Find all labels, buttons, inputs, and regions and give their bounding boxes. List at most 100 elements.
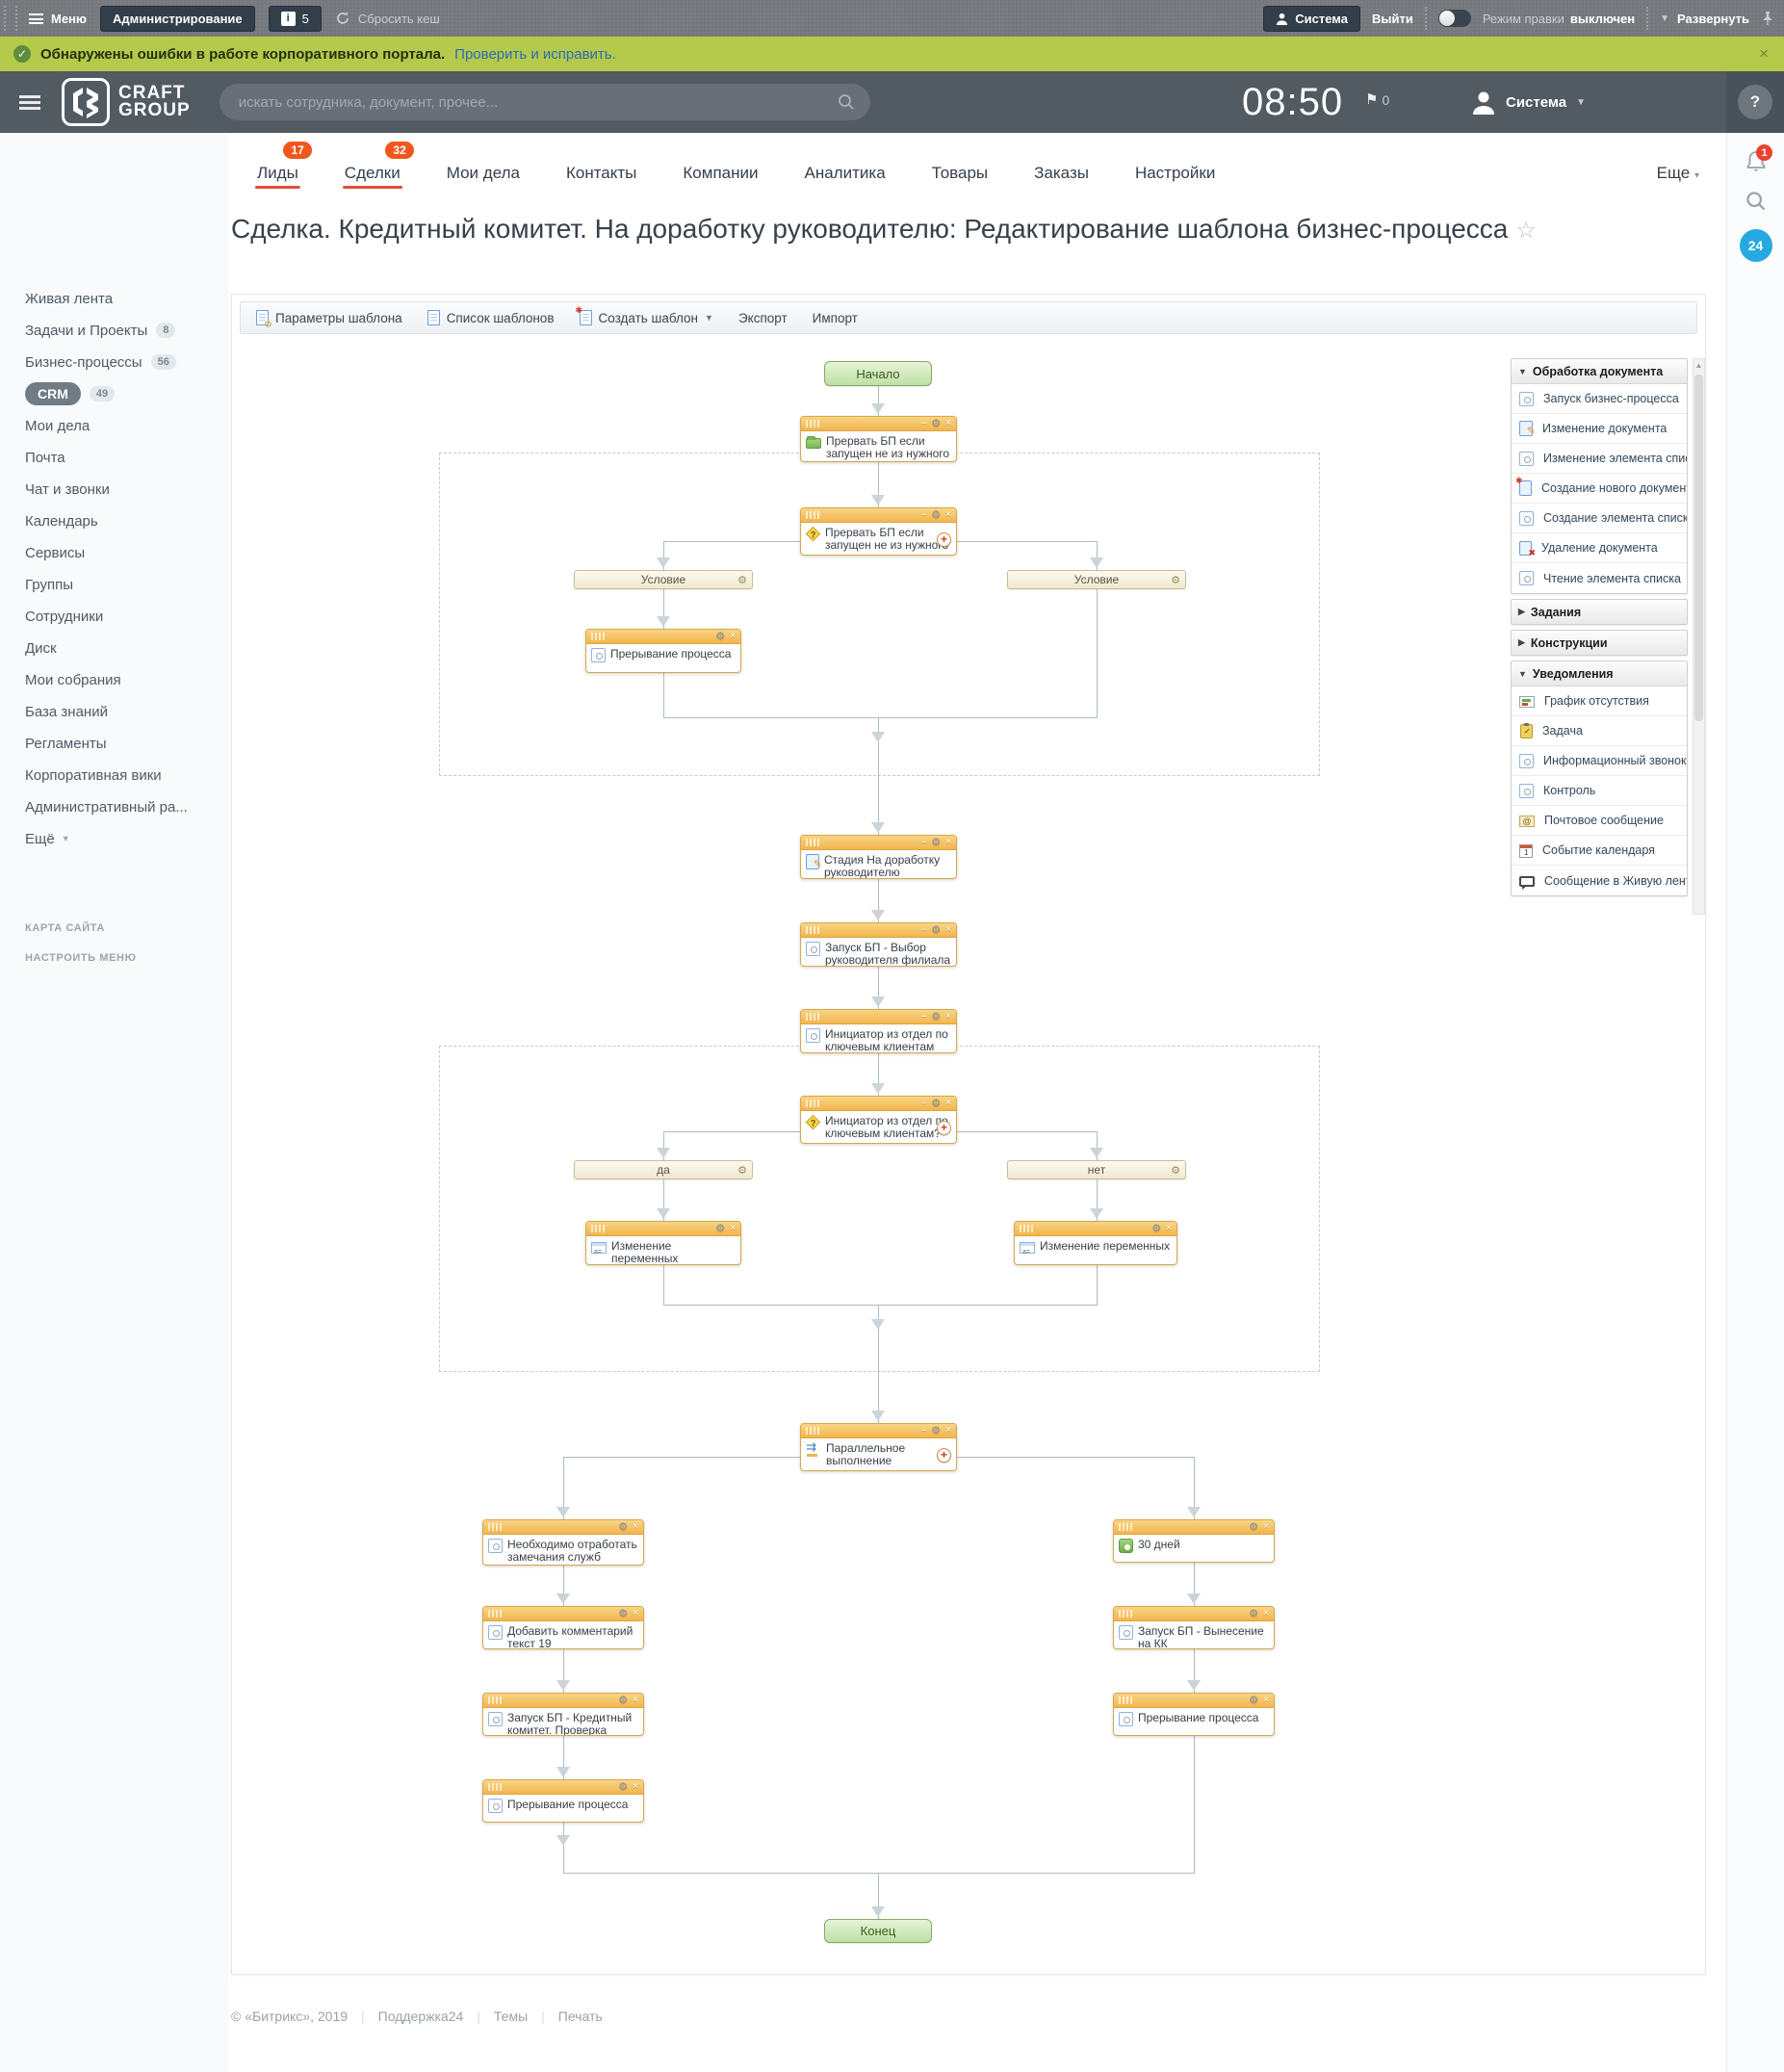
gear-icon[interactable]: ⚙: [931, 1426, 941, 1436]
flow-terminal-Начало[interactable]: Начало: [824, 361, 932, 386]
close-icon[interactable]: ×: [945, 925, 951, 935]
search-icon[interactable]: [838, 93, 855, 111]
panel-section-header[interactable]: ▶Конструкции: [1512, 631, 1687, 655]
sidebar-hamburger-icon[interactable]: [19, 95, 40, 110]
sidebar-item-Чат и звонки[interactable]: Чат и звонки: [25, 478, 110, 501]
panel-item-Создание нового документа[interactable]: Создание нового документа: [1512, 474, 1687, 504]
flow-condition[interactable]: да⚙: [574, 1160, 753, 1179]
flow-activity-node[interactable]: ⚙×Прерывание процесса: [585, 629, 741, 673]
add-action-button[interactable]: +: [937, 1121, 951, 1135]
system-user-button[interactable]: Система: [1263, 6, 1360, 32]
minimize-icon[interactable]: –: [921, 419, 927, 428]
toolbar-button-Экспорт[interactable]: Экспорт: [738, 311, 788, 325]
flow-activity-node[interactable]: ⚙×30 дней: [1113, 1519, 1275, 1563]
gear-icon[interactable]: ⚙: [1151, 1224, 1161, 1233]
drag-grip-icon[interactable]: [488, 1783, 504, 1791]
sidebar-item-Диск[interactable]: Диск: [25, 636, 57, 660]
panel-item-Изменение элемента списка[interactable]: Изменение элемента списка: [1512, 444, 1687, 474]
flow-activity-node[interactable]: ⚙×Прерывание процесса: [1113, 1693, 1275, 1736]
tabs-more-button[interactable]: Еще ▾: [1657, 164, 1699, 183]
close-icon[interactable]: ×: [633, 1696, 638, 1705]
favorite-star-icon[interactable]: ☆: [1515, 218, 1537, 244]
gear-icon[interactable]: ⚙: [737, 574, 747, 586]
sidebar-item-Регламенты[interactable]: Регламенты: [25, 732, 107, 755]
footer-link-Темы[interactable]: Темы: [494, 2008, 528, 2024]
scrollbar-thumb[interactable]: [1694, 375, 1703, 721]
drag-grip-icon[interactable]: [591, 1225, 607, 1232]
drag-grip-icon[interactable]: [1119, 1523, 1134, 1531]
info-counter-button[interactable]: i 5: [269, 6, 322, 32]
gear-icon[interactable]: ⚙: [1171, 574, 1180, 586]
minimize-icon[interactable]: –: [921, 510, 927, 520]
gear-icon[interactable]: ⚙: [931, 838, 941, 847]
edit-mode-toggle[interactable]: [1438, 10, 1471, 27]
drag-grip-icon[interactable]: [1119, 1696, 1134, 1704]
close-icon[interactable]: ×: [945, 1012, 951, 1022]
flow-activity-node[interactable]: –⚙×Прервать БП если запущен не из нужног…: [800, 507, 957, 556]
tab-Мои дела[interactable]: Мои дела: [445, 164, 522, 196]
close-icon[interactable]: ×: [945, 838, 951, 847]
close-icon[interactable]: ×: [633, 1782, 638, 1792]
close-icon[interactable]: ×: [945, 1426, 951, 1436]
panel-section-header[interactable]: ▼Уведомления: [1512, 661, 1687, 686]
flow-condition[interactable]: Условие⚙: [1007, 570, 1186, 589]
sidebar-item-Ещё[interactable]: Ещё▾: [25, 827, 68, 850]
add-action-button[interactable]: +: [937, 532, 951, 547]
minimize-icon[interactable]: –: [921, 1099, 927, 1108]
tab-Сделки[interactable]: Сделки32: [343, 164, 402, 196]
panel-item-Почтовое сообщение[interactable]: Почтовое сообщение: [1512, 806, 1687, 836]
bitrix24-button[interactable]: 24: [1727, 229, 1784, 262]
footer-link-Печать[interactable]: Печать: [558, 2008, 603, 2024]
panel-item-Изменение документа[interactable]: Изменение документа: [1512, 414, 1687, 444]
flow-activity-node[interactable]: ⚙×Изменение переменных: [585, 1221, 741, 1265]
gear-icon[interactable]: ⚙: [931, 925, 941, 935]
gear-icon[interactable]: ⚙: [931, 419, 941, 428]
close-icon[interactable]: ×: [945, 419, 951, 428]
flow-terminal-Конец[interactable]: Конец: [824, 1919, 932, 1943]
clear-cache-button[interactable]: Сбросить кеш: [335, 11, 440, 26]
search-input[interactable]: [220, 84, 870, 120]
sidebar-item-CRM[interactable]: CRM49: [25, 382, 115, 405]
close-icon[interactable]: ×: [945, 1099, 951, 1108]
panel-item-Контроль[interactable]: Контроль: [1512, 776, 1687, 806]
flow-activity-node[interactable]: –⚙×Инициатор из отдел по ключевым клиент…: [800, 1096, 957, 1144]
drag-grip-icon[interactable]: [488, 1696, 504, 1704]
tab-Товары[interactable]: Товары: [930, 164, 990, 196]
sidebar-item-Сотрудники[interactable]: Сотрудники: [25, 605, 103, 628]
gear-icon[interactable]: ⚙: [715, 632, 725, 641]
tab-Настройки[interactable]: Настройки: [1133, 164, 1217, 196]
panel-item-Событие календаря[interactable]: Событие календаря: [1512, 836, 1687, 866]
close-icon[interactable]: ×: [633, 1522, 638, 1532]
topbar-menu-button[interactable]: Меню: [29, 12, 87, 26]
toolbar-button-Импорт[interactable]: Импорт: [813, 311, 858, 325]
drag-handle-icon[interactable]: [4, 6, 17, 31]
tab-Заказы[interactable]: Заказы: [1032, 164, 1091, 196]
drag-grip-icon[interactable]: [488, 1610, 504, 1618]
clock[interactable]: 08:50: [1242, 81, 1343, 124]
gear-icon[interactable]: ⚙: [618, 1609, 628, 1619]
panel-section-header[interactable]: ▶Задания: [1512, 600, 1687, 624]
close-icon[interactable]: ×: [1263, 1609, 1269, 1619]
panel-section-header[interactable]: ▼Обработка документа: [1512, 359, 1687, 383]
craft-group-logo[interactable]: CRAFTGROUP: [62, 78, 191, 126]
tab-Контакты[interactable]: Контакты: [564, 164, 638, 196]
sidebar-item-Мои дела[interactable]: Мои дела: [25, 414, 90, 437]
toolbar-button-Параметры шаблона[interactable]: Параметры шаблона: [256, 310, 402, 325]
panel-item-Чтение элемента списка[interactable]: Чтение элемента списка: [1512, 563, 1687, 593]
drag-grip-icon[interactable]: [806, 839, 821, 846]
flow-activity-node[interactable]: –⚙×Параллельное выполнение+: [800, 1423, 957, 1471]
sidebar-item-Задачи и Проекты[interactable]: Задачи и Проекты8: [25, 319, 175, 342]
drag-grip-icon[interactable]: [488, 1523, 504, 1531]
footer-link-Поддержка24[interactable]: Поддержка24: [378, 2008, 464, 2024]
minimize-icon[interactable]: –: [921, 1426, 927, 1436]
panel-item-График отсутствия[interactable]: График отсутствия: [1512, 686, 1687, 716]
panel-item-Создание элемента списка[interactable]: Создание элемента списка: [1512, 504, 1687, 533]
drag-grip-icon[interactable]: [806, 926, 821, 934]
gear-icon[interactable]: ⚙: [1249, 1696, 1258, 1705]
flow-condition[interactable]: нет⚙: [1007, 1160, 1186, 1179]
expand-button[interactable]: ▼Развернуть: [1660, 12, 1749, 26]
sidebar-item-Корпоративная вики[interactable]: Корпоративная вики: [25, 764, 162, 787]
minimize-icon[interactable]: –: [921, 838, 927, 847]
tab-Лиды[interactable]: Лиды17: [255, 164, 300, 196]
help-button[interactable]: ?: [1738, 85, 1772, 119]
